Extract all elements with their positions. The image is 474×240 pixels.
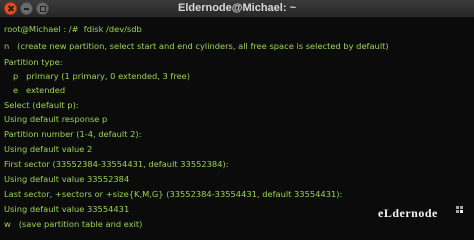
terminal-window: Eldernode@Michael: ~ root@Michael : /# f… bbox=[0, 0, 474, 240]
title-bar[interactable]: Eldernode@Michael: ~ bbox=[0, 0, 474, 18]
terminal-line-prompt: root@Michael : /# fdisk /dev/sdb bbox=[4, 24, 142, 34]
terminal-line: Using default value 33554431 bbox=[4, 204, 130, 214]
terminal-line: Last sector, +sectors or +size{K,M,G} (3… bbox=[4, 189, 343, 199]
terminal-line: First sector (33552384-33554431, default… bbox=[4, 159, 229, 169]
terminal-line: n (create new partition, select start an… bbox=[4, 41, 389, 51]
maximize-icon[interactable] bbox=[36, 2, 49, 15]
terminal-line: Partition number (1-4, default 2): bbox=[4, 129, 142, 139]
eldernode-watermark: eLdernode bbox=[378, 203, 464, 223]
window-title: Eldernode@Michael: ~ bbox=[177, 2, 296, 14]
eldernode-logo-icon bbox=[456, 206, 464, 214]
terminal-line: Select (default p): bbox=[4, 100, 79, 110]
terminal-line: Partition type: bbox=[4, 57, 63, 67]
terminal-line: e extended bbox=[13, 85, 66, 95]
minimize-icon[interactable] bbox=[20, 2, 33, 15]
watermark-text: eLdernode bbox=[378, 206, 438, 220]
close-icon[interactable] bbox=[4, 2, 17, 15]
terminal-line: Using default response p bbox=[4, 114, 108, 124]
terminal-line: w (save partition table and exit) bbox=[4, 219, 143, 229]
terminal-line: Using default value 33552384 bbox=[4, 174, 130, 184]
terminal-line: Using default value 2 bbox=[4, 144, 93, 154]
terminal-line: p primary (1 primary, 0 extended, 3 free… bbox=[13, 71, 191, 81]
